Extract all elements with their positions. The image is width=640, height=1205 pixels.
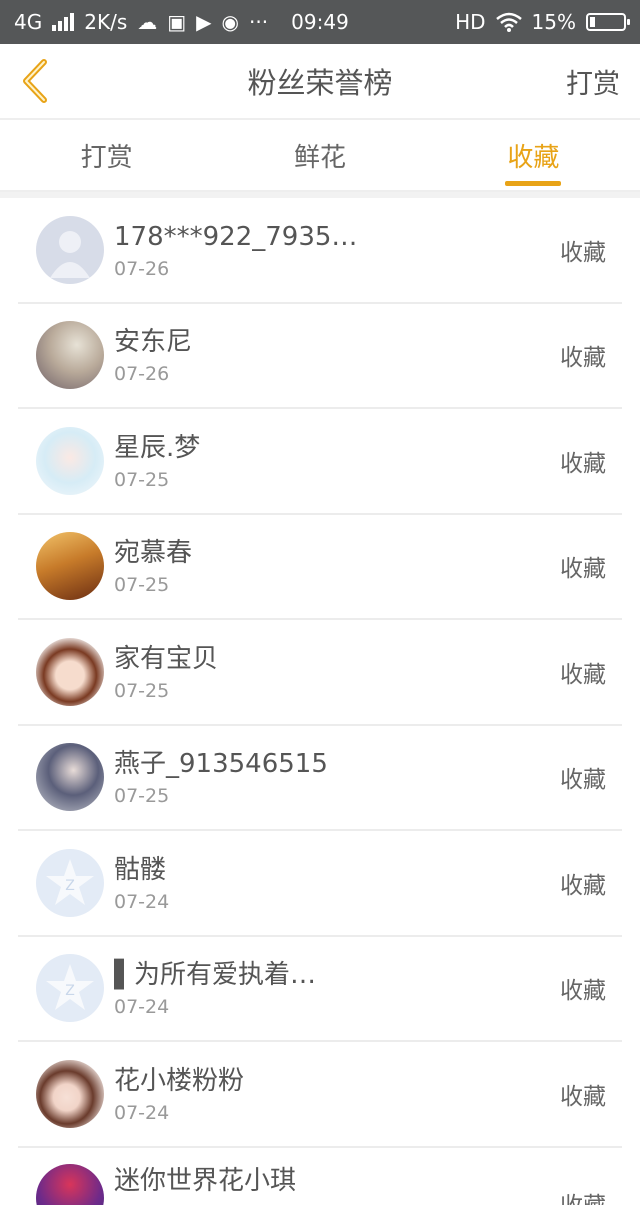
cartoon-avatar <box>36 1163 104 1205</box>
wifi-icon <box>495 12 522 32</box>
fan-name: 花小楼粉粉 <box>114 1065 245 1096</box>
anime-girl-avatar <box>36 637 104 706</box>
fan-date: 07-24 <box>114 1101 170 1124</box>
list-item[interactable]: 燕子_913546515 07-25 收藏 <box>18 726 622 831</box>
list-item[interactable]: 迷你世界花小琪 收藏 <box>18 1148 622 1205</box>
list-item[interactable]: 安东尼 07-26 收藏 <box>18 304 622 409</box>
fan-action: 收藏 <box>560 556 606 583</box>
tab-reward[interactable]: 打赏 <box>0 120 213 190</box>
hd-label: HD <box>455 10 486 34</box>
fan-action: 收藏 <box>560 978 606 1005</box>
list-item[interactable]: 星辰.梦 07-25 收藏 <box>18 409 622 515</box>
back-button[interactable] <box>20 56 60 106</box>
fan-name: 宛慕春 <box>114 538 193 569</box>
tab-favorites[interactable]: 收藏 <box>427 120 640 190</box>
reward-button[interactable]: 打赏 <box>566 62 620 101</box>
fan-action: 收藏 <box>560 661 606 688</box>
fan-action: 收藏 <box>560 1186 606 1205</box>
fan-action: 收藏 <box>560 239 606 266</box>
network-speed: 2K/s <box>84 10 128 34</box>
anime-girl-avatar <box>36 426 104 495</box>
header-bar: 粉丝荣誉榜 打赏 <box>0 44 640 120</box>
fan-date: 07-26 <box>114 363 170 386</box>
page-title: 粉丝荣誉榜 <box>247 66 393 100</box>
battery-fill <box>590 17 595 27</box>
tab-flowers[interactable]: 鲜花 <box>213 120 426 190</box>
status-bar: 4G 2K/s ☁ ▣ ▶ ◉ ··· 09:49 HD 15% <box>0 0 640 44</box>
back-arrow-icon <box>23 59 47 103</box>
fan-list: 178***922_7935… 07-26 收藏 安东尼 07-26 收藏 星辰… <box>0 198 640 1205</box>
photo-avatar <box>36 321 104 390</box>
qq-star-avatar: Z <box>36 848 104 917</box>
anime-boy-avatar <box>36 743 104 812</box>
app-notification-icon: ▣ <box>167 10 187 34</box>
battery-percent: 15% <box>531 10 576 34</box>
fan-action: 收藏 <box>560 1083 606 1110</box>
fan-name: 安东尼 <box>114 327 193 358</box>
signal-icon <box>52 13 75 31</box>
fan-name: 燕子_913546515 <box>114 749 328 780</box>
fan-name: 迷你世界花小琪 <box>114 1165 297 1196</box>
video-icon: ▶ <box>196 10 212 34</box>
svg-text:Z: Z <box>65 878 75 894</box>
fan-date: 07-24 <box>114 890 170 913</box>
svg-text:Z: Z <box>65 983 75 999</box>
browser-icon: ◉ <box>221 10 239 34</box>
fan-action: 收藏 <box>560 345 606 372</box>
fan-date: 07-25 <box>114 574 170 597</box>
qq-star-avatar: Z <box>36 954 104 1023</box>
list-item[interactable]: 花小楼粉粉 07-24 收藏 <box>18 1042 622 1148</box>
list-item[interactable]: 宛慕春 07-25 收藏 <box>18 515 622 620</box>
photo-avatar <box>36 532 104 601</box>
fan-date: 07-24 <box>114 996 170 1019</box>
fan-name: 星辰.梦 <box>114 432 201 463</box>
fan-date: 07-26 <box>114 257 170 280</box>
list-item[interactable]: Z 骷髅 07-24 收藏 <box>18 831 622 937</box>
fan-name: 骷髅 <box>114 854 167 885</box>
tab-bar: 打赏 鲜花 收藏 <box>0 120 640 192</box>
fan-name: ▌为所有爱执着… <box>114 960 316 991</box>
fan-name: 家有宝贝 <box>114 643 219 674</box>
default-person-avatar <box>36 215 104 284</box>
battery-icon <box>586 13 630 31</box>
fan-action: 收藏 <box>560 450 606 477</box>
network-label: 4G <box>14 10 43 34</box>
fan-name: 178***922_7935… <box>114 221 358 252</box>
cloud-icon: ☁ <box>137 10 158 34</box>
fan-date: 07-25 <box>114 785 170 808</box>
fan-date: 07-25 <box>114 468 170 491</box>
fan-action: 收藏 <box>560 872 606 899</box>
list-item[interactable]: 178***922_7935… 07-26 收藏 <box>18 198 622 304</box>
anime-girl-avatar <box>36 1059 104 1128</box>
fan-date: 07-25 <box>114 679 170 702</box>
list-item[interactable]: Z ▌为所有爱执着… 07-24 收藏 <box>18 937 622 1042</box>
fan-action: 收藏 <box>560 767 606 794</box>
more-notifications-icon: ··· <box>248 10 269 34</box>
list-item[interactable]: 家有宝贝 07-25 收藏 <box>18 620 622 726</box>
